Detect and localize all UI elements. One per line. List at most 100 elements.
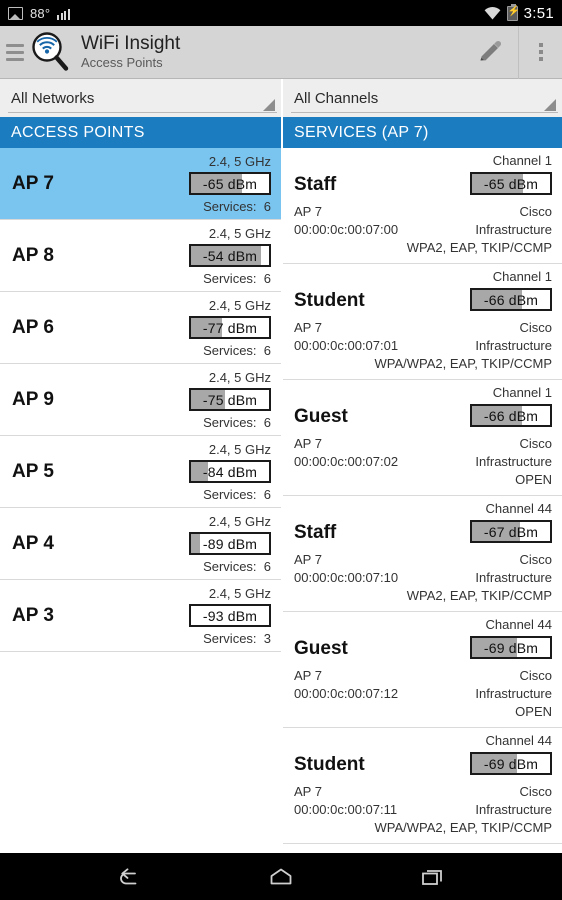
- recents-icon[interactable]: [405, 857, 461, 897]
- channel-filter-spinner[interactable]: All Channels: [281, 79, 562, 117]
- status-bar: 88° 3:51: [0, 0, 562, 26]
- service-bssid: 00:00:0c:00:07:10: [294, 570, 399, 585]
- back-icon[interactable]: [101, 857, 157, 897]
- service-row-top: Student Channel 44 -69 dBm: [294, 732, 552, 782]
- service-channel: Channel 44: [485, 733, 553, 748]
- access-point-row[interactable]: AP 6 2.4, 5 GHz -77 dBm Services: 6: [0, 292, 281, 364]
- service-bssid: 00:00:0c:00:07:12: [294, 686, 399, 701]
- service-row-top: Staff Channel 44 -67 dBm: [294, 500, 552, 550]
- access-point-signal-meter: -77 dBm: [189, 316, 271, 339]
- home-icon[interactable]: [253, 857, 309, 897]
- services-list[interactable]: Staff Channel 1 -65 dBm AP 7 00:00:0c:00:07:…: [283, 148, 562, 853]
- access-point-bands: 2.4, 5 GHz: [208, 298, 271, 313]
- access-point-row[interactable]: AP 8 2.4, 5 GHz -54 dBm Services: 6: [0, 220, 281, 292]
- access-point-name: AP 5: [12, 460, 54, 482]
- service-channel: Channel 1: [492, 269, 552, 284]
- status-bar-left: 88°: [8, 6, 70, 21]
- service-row[interactable]: Staff Channel 1 -65 dBm AP 7 00:00:0c:00:07:…: [283, 148, 562, 264]
- access-point-details: 2.4, 5 GHz -93 dBm Services: 3: [111, 585, 271, 647]
- service-signal-block: Channel 1 -65 dBm: [470, 152, 552, 197]
- access-point-signal-meter: -75 dBm: [189, 388, 271, 411]
- service-row[interactable]: Staff Channel 44 -67 dBm AP 7 00:00:0c:00:07…: [283, 496, 562, 612]
- service-left-meta: AP 7 00:00:0c:00:07:11: [294, 783, 397, 819]
- access-point-details: 2.4, 5 GHz -54 dBm Services: 6: [111, 225, 271, 287]
- service-signal-meter: -67 dBm: [470, 520, 552, 543]
- service-row-meta: AP 7 00:00:0c:00:07:01 Cisco Infrastructure…: [294, 319, 552, 373]
- service-row-meta: AP 7 00:00:0c:00:07:11 Cisco Infrastructure…: [294, 783, 552, 837]
- service-ssid: Student: [294, 754, 365, 775]
- wifi-magnifier-icon[interactable]: [28, 30, 72, 74]
- signal-value: -84 dBm: [202, 463, 258, 480]
- access-point-signal-meter: -54 dBm: [189, 244, 271, 267]
- access-point-row[interactable]: AP 9 2.4, 5 GHz -75 dBm Services: 6: [0, 364, 281, 436]
- access-point-signal-meter: -93 dBm: [189, 604, 271, 627]
- app-screen: 88° 3:51: [0, 0, 562, 900]
- access-point-bands: 2.4, 5 GHz: [208, 442, 271, 457]
- access-point-row[interactable]: AP 3 2.4, 5 GHz -93 dBm Services: 3: [0, 580, 281, 652]
- service-row[interactable]: Student Channel 44 -69 dBm AP 7 00:00:0c:00:…: [283, 728, 562, 844]
- service-row[interactable]: Guest Channel 1 -66 dBm AP 7 00:00:0c:00:07:…: [283, 380, 562, 496]
- access-point-name: AP 8: [12, 244, 54, 266]
- service-ap-name: AP 7: [294, 784, 322, 799]
- service-row[interactable]: Guest Channel 44 -69 dBm AP 7 00:00:0c:00:07…: [283, 612, 562, 728]
- service-signal-block: Channel 44 -67 dBm: [470, 500, 552, 545]
- signal-bars-icon: [57, 7, 70, 20]
- access-point-bands: 2.4, 5 GHz: [208, 226, 271, 241]
- signal-value: -75 dBm: [202, 391, 258, 408]
- access-point-details: 2.4, 5 GHz -89 dBm Services: 6: [111, 513, 271, 575]
- access-point-name: AP 4: [12, 532, 54, 554]
- service-row-meta: AP 7 00:00:0c:00:07:10 Cisco Infrastructure…: [294, 551, 552, 605]
- service-row-meta: AP 7 00:00:0c:00:07:12 Cisco Infrastructure…: [294, 667, 552, 721]
- page-title: WiFi Insight: [81, 33, 181, 54]
- service-ap-name: AP 7: [294, 204, 322, 219]
- channel-filter-value: All Channels: [294, 89, 379, 107]
- access-points-list[interactable]: AP 7 2.4, 5 GHz -65 dBm Services: 6 AP 8 2.4,…: [0, 148, 281, 853]
- access-point-row[interactable]: AP 4 2.4, 5 GHz -89 dBm Services: 6: [0, 508, 281, 580]
- hamburger-icon[interactable]: [6, 43, 24, 61]
- service-security: WPA/WPA2, EAP, TKIP/CCMP: [374, 820, 552, 835]
- service-row-top: Staff Channel 1 -65 dBm: [294, 152, 552, 202]
- service-ap-name: AP 7: [294, 552, 322, 567]
- signal-value: -89 dBm: [202, 535, 258, 552]
- service-signal-block: Channel 44 -69 dBm: [470, 616, 552, 661]
- access-point-name: AP 7: [12, 172, 54, 194]
- access-point-services-count: Services: 6: [203, 415, 271, 430]
- access-point-row[interactable]: AP 7 2.4, 5 GHz -65 dBm Services: 6: [0, 148, 281, 220]
- access-point-row[interactable]: AP 5 2.4, 5 GHz -84 dBm Services: 6: [0, 436, 281, 508]
- service-ssid: Guest: [294, 638, 348, 659]
- signal-value: -65 dBm: [202, 175, 258, 192]
- service-ssid: Guest: [294, 406, 348, 427]
- service-signal-meter: -69 dBm: [470, 752, 552, 775]
- service-channel: Channel 44: [485, 617, 553, 632]
- access-point-services-count: Services: 6: [203, 487, 271, 502]
- pencil-icon[interactable]: [462, 26, 518, 79]
- network-filter-value: All Networks: [11, 89, 95, 107]
- service-bssid: 00:00:0c:00:07:01: [294, 338, 399, 353]
- service-signal-meter: -65 dBm: [470, 172, 552, 195]
- access-point-services-count: Services: 6: [203, 271, 271, 286]
- service-signal-block: Channel 44 -69 dBm: [470, 732, 552, 777]
- signal-value: -93 dBm: [202, 607, 258, 624]
- service-security: WPA/WPA2, EAP, TKIP/CCMP: [374, 356, 552, 371]
- battery-charging-icon: [506, 3, 518, 21]
- access-point-signal-meter: -89 dBm: [189, 532, 271, 555]
- action-bar-actions: [462, 25, 562, 79]
- clock-label: 3:51: [523, 4, 554, 22]
- service-ap-name: AP 7: [294, 668, 322, 683]
- service-bssid: 00:00:0c:00:07:02: [294, 454, 399, 469]
- signal-value: -54 dBm: [202, 247, 258, 264]
- signal-value: -66 dBm: [483, 407, 539, 424]
- overflow-menu-icon[interactable]: [518, 25, 562, 79]
- service-row[interactable]: Student Channel 1 -66 dBm AP 7 00:00:0c:00:0…: [283, 264, 562, 380]
- service-row-meta: AP 7 00:00:0c:00:07:00 Cisco Infrastructure…: [294, 203, 552, 257]
- access-point-details: 2.4, 5 GHz -84 dBm Services: 6: [111, 441, 271, 503]
- service-row-top: Guest Channel 44 -69 dBm: [294, 616, 552, 666]
- service-left-meta: AP 7 00:00:0c:00:07:01: [294, 319, 398, 355]
- network-filter-spinner[interactable]: All Networks: [0, 79, 281, 117]
- service-channel: Channel 1: [492, 385, 552, 400]
- android-nav-bar: [0, 853, 562, 900]
- wifi-icon: [484, 6, 501, 20]
- status-bar-right: 3:51: [484, 3, 554, 22]
- service-ap-name: AP 7: [294, 320, 322, 335]
- service-signal-meter: -66 dBm: [470, 404, 552, 427]
